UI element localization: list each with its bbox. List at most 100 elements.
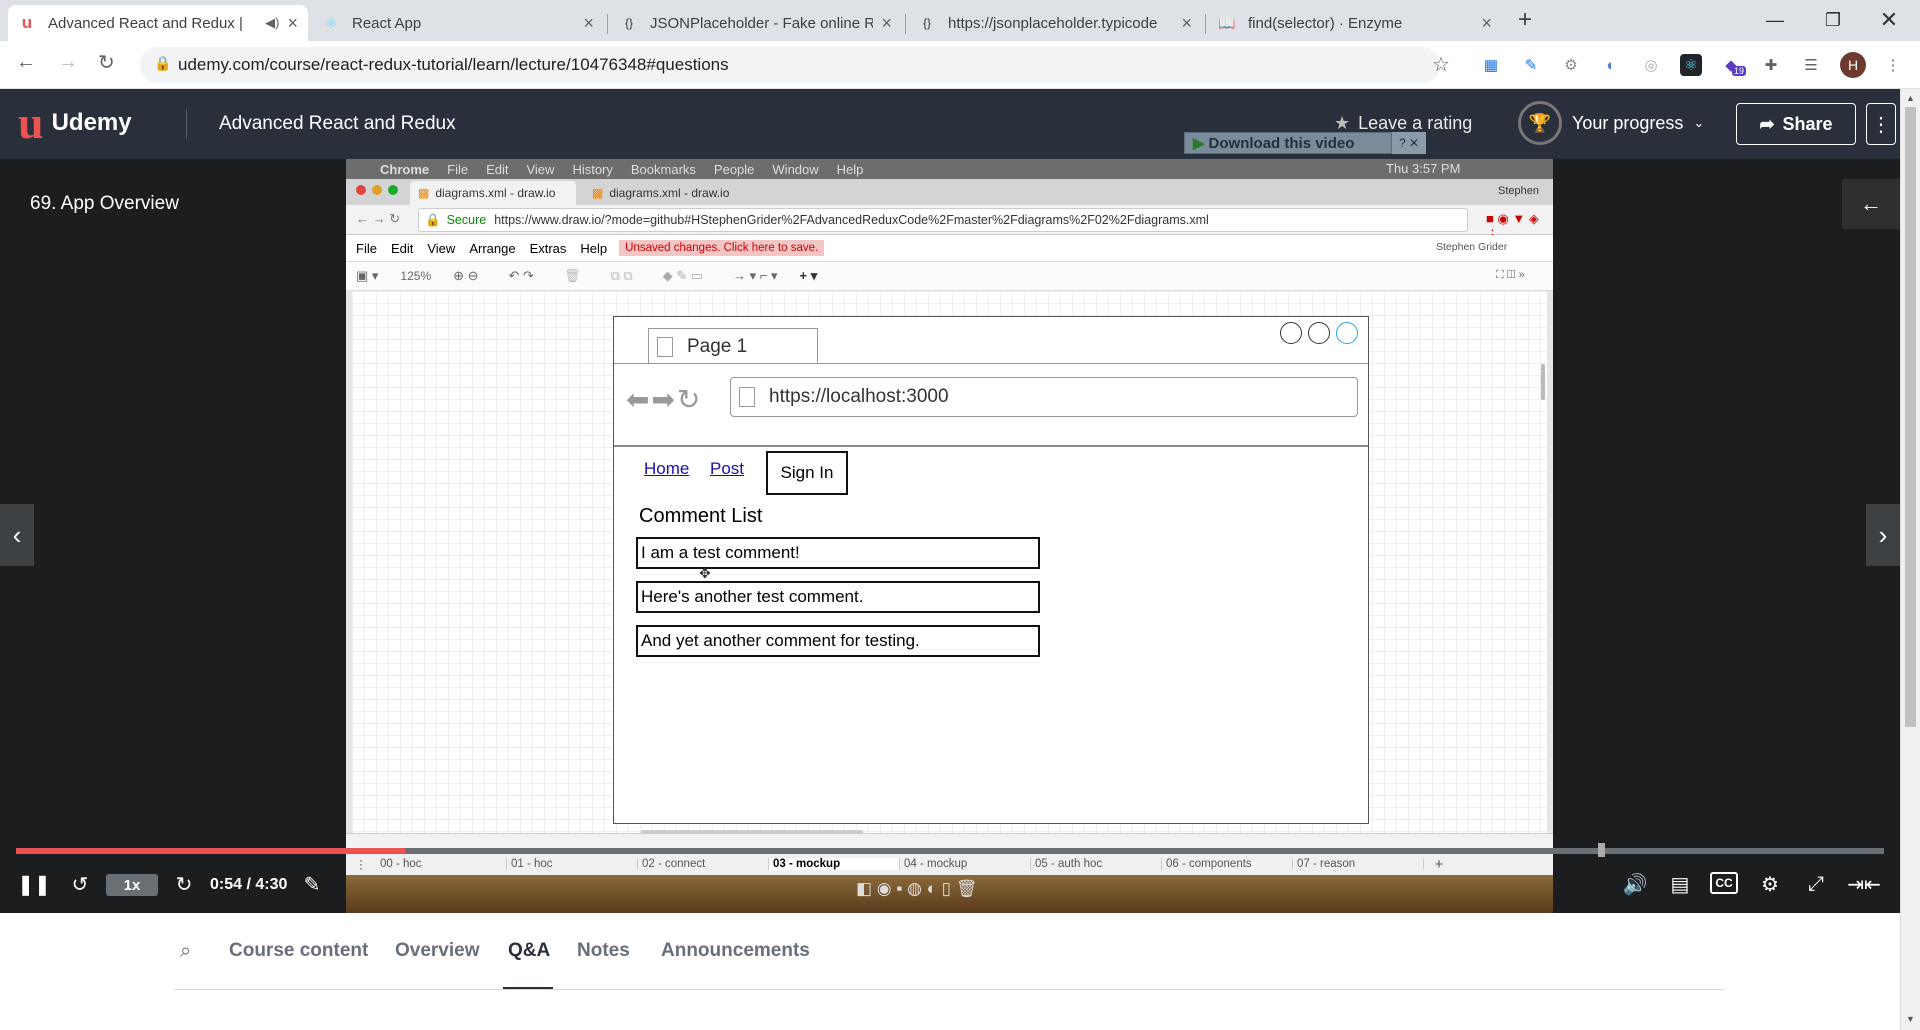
window-control-circle (1308, 322, 1330, 344)
playback-speed-button[interactable]: 1x (106, 874, 158, 896)
add-note-icon[interactable]: ✎ (298, 870, 326, 898)
time-display: 0:54 / 4:30 (210, 876, 288, 893)
new-tab-button[interactable]: + (1518, 6, 1532, 34)
drawio-page-tab: 00 - hoc (376, 858, 507, 870)
mac-close-dot (356, 185, 366, 195)
tab-course-content[interactable]: Course content (229, 940, 368, 962)
lock-icon[interactable]: 🔒 (154, 55, 171, 72)
tab-qa[interactable]: Q&A (508, 940, 550, 962)
connector-icons: → ▾ ⌐ ▾ (733, 268, 778, 283)
transcript-icon[interactable]: ▤ (1666, 870, 1694, 898)
audio-icon[interactable]: ◀) (265, 15, 279, 31)
extension-icon[interactable]: ◐ (1600, 54, 1622, 76)
download-video-overlay[interactable]: ▶ Download this video (1184, 132, 1392, 154)
gear-extension-icon[interactable]: ⚙ (1560, 54, 1582, 76)
drawio-menu-item: Extras (529, 240, 567, 256)
captions-icon[interactable]: CC (1710, 872, 1738, 894)
lecture-title: 69. App Overview (30, 193, 179, 214)
rewind-icon[interactable]: ↺ (66, 870, 94, 898)
browser-tab-jsonplaceholder[interactable]: {} JSONPlaceholder - Fake online RE × (610, 5, 902, 41)
fullscreen-icon[interactable]: ⤢ (1802, 870, 1830, 898)
unsaved-notice: Unsaved changes. Click here to save. (619, 240, 825, 256)
minimize-button[interactable]: — (1752, 0, 1798, 40)
extension-icon[interactable]: ▦ (1480, 54, 1502, 76)
udemy-logo[interactable]: u Udemy (18, 100, 132, 146)
dock-icons: ◧ ◉ ▪ ◍ ◐ ▯ 🗑 (856, 879, 978, 898)
page-scrollbar[interactable]: ▲ ▼ (1900, 89, 1920, 1030)
search-icon[interactable]: ⌕ (180, 940, 191, 963)
secure-label: Secure (446, 213, 487, 227)
forward-icon[interactable]: ↻ (170, 870, 198, 898)
browser-tab-enzyme[interactable]: 📖 find(selector) · Enzyme × (1208, 5, 1502, 41)
course-title[interactable]: Advanced React and Redux (219, 113, 456, 135)
your-progress-label: Your progress (1572, 112, 1684, 133)
mockup-page-tab-label: Page 1 (687, 335, 748, 357)
reload-icon[interactable]: ↻ (98, 50, 115, 75)
drawio-page-tab: 06 - components (1162, 858, 1293, 870)
scroll-up-icon[interactable]: ▲ (1906, 93, 1915, 103)
drawio-user: Stephen Grider (1436, 241, 1508, 253)
reading-list-icon[interactable]: ☰ (1800, 54, 1822, 76)
close-window-button[interactable]: ✕ (1866, 0, 1912, 40)
tabs-divider (174, 989, 1724, 990)
insert-icon: + ▾ (799, 268, 818, 283)
back-icon[interactable]: ← (16, 51, 36, 74)
tab-separator (607, 14, 608, 34)
extension-icon[interactable]: ◆ 19 (1720, 54, 1747, 76)
browser-tab-strip: u Advanced React and Redux | ◀) × ⚛ Reac… (0, 0, 1920, 41)
expanded-view-icon[interactable]: ⇥⇤ (1847, 870, 1881, 898)
download-label: Download this video (1208, 134, 1355, 152)
tab-title: JSONPlaceholder - Fake online RE (650, 14, 874, 32)
puzzle-icon[interactable]: ✚ (1760, 54, 1782, 76)
close-tab-icon[interactable]: × (881, 13, 892, 34)
mockup-signin-button: Sign In (766, 451, 848, 495)
mac-menu-item: Edit (486, 161, 509, 177)
mac-menu-item: History (572, 161, 613, 177)
share-button[interactable]: ➦ Share (1736, 103, 1856, 145)
mockup-page-tab: Page 1 (648, 328, 818, 364)
address-bar[interactable]: 🔒 udemy.com/course/react-redux-tutorial/… (140, 47, 1450, 83)
react-devtools-icon[interactable]: ⚛ (1680, 54, 1702, 76)
close-tab-icon[interactable]: × (1481, 13, 1492, 34)
browser-tab-jsonplaceholder-2[interactable]: {} https://jsonplaceholder.typicode × (908, 5, 1202, 41)
mac-clock: Thu 3:57 PM (1386, 161, 1461, 176)
share-icon: ➦ (1759, 113, 1775, 134)
close-tab-icon[interactable]: × (583, 13, 594, 34)
fullscreen-icons: ⛶ ◫ » (1496, 269, 1525, 281)
download-overlay-help-close[interactable]: ? ✕ (1392, 132, 1426, 154)
drawio-page-tab: 01 - hoc (507, 858, 638, 870)
drawio-page-tab: 02 - connect (638, 858, 769, 870)
settings-gear-icon[interactable]: ⚙ (1756, 870, 1784, 898)
scrollbar-thumb[interactable] (1905, 107, 1916, 727)
page-icon (739, 387, 755, 407)
scroll-down-icon[interactable]: ▼ (1906, 1014, 1915, 1024)
mockup-window: Page 1 ⬅➡↻ https://localhost:3000 Home P… (613, 316, 1369, 824)
eyedropper-icon[interactable]: ✎ (1520, 54, 1542, 76)
video-frame[interactable]: Chrome File Edit View History Bookmarks … (346, 159, 1553, 913)
bookmark-star-icon[interactable]: ☆ (1432, 52, 1450, 77)
leave-rating-button[interactable]: ★ Leave a rating (1334, 113, 1472, 134)
tab-notes[interactable]: Notes (577, 940, 630, 962)
browser-tab-udemy[interactable]: u Advanced React and Redux | ◀) × (8, 5, 308, 41)
extension-icon[interactable]: ◎ (1640, 54, 1662, 76)
leave-rating-label: Leave a rating (1358, 113, 1473, 133)
previous-lecture-button[interactable]: ‹ (0, 504, 34, 566)
profile-avatar[interactable]: H (1840, 52, 1866, 78)
pause-button[interactable]: ❚❚ (17, 870, 51, 898)
chrome-menu-icon[interactable]: ⋮ (1882, 54, 1904, 76)
your-progress-button[interactable]: 🏆 Your progress ⌄ (1518, 101, 1704, 145)
tab-announcements[interactable]: Announcements (661, 940, 810, 962)
close-tab-icon[interactable]: × (287, 13, 298, 34)
more-options-button[interactable]: ⋮ (1866, 103, 1896, 145)
volume-icon[interactable]: 🔊 (1620, 870, 1650, 898)
next-lecture-button[interactable]: › (1866, 504, 1900, 566)
sidebar-toggle-button[interactable]: ← (1842, 179, 1900, 229)
page-icon (657, 336, 673, 357)
close-tab-icon[interactable]: × (1181, 13, 1192, 34)
mac-menu-item: File (447, 161, 469, 177)
restore-button[interactable]: ❐ (1810, 0, 1856, 40)
browser-tab-react-app[interactable]: ⚛ React App × (312, 5, 604, 41)
tab-overview[interactable]: Overview (395, 940, 480, 962)
tab-separator (905, 14, 906, 34)
forward-icon[interactable]: → (58, 51, 78, 74)
